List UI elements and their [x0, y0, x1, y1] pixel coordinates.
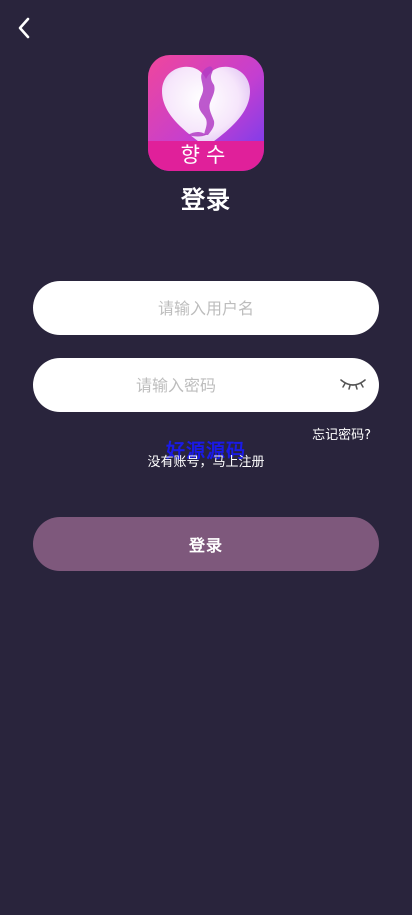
register-area: 好源源码 没有账号，马上注册	[0, 436, 412, 472]
register-link[interactable]: 没有账号，马上注册	[0, 451, 412, 470]
login-button[interactable]: 登录	[33, 517, 379, 571]
password-input[interactable]	[33, 358, 379, 412]
password-field[interactable]	[33, 358, 379, 412]
username-input[interactable]	[33, 281, 379, 335]
username-field[interactable]	[33, 281, 379, 335]
password-visibility-toggle[interactable]	[339, 374, 367, 394]
eye-closed-icon	[340, 379, 366, 390]
back-button[interactable]	[10, 14, 38, 42]
chevron-left-icon	[18, 17, 30, 39]
logo-text: 향수	[180, 143, 232, 167]
page-title: 登录	[181, 186, 231, 214]
app-logo: 향수	[148, 55, 264, 171]
